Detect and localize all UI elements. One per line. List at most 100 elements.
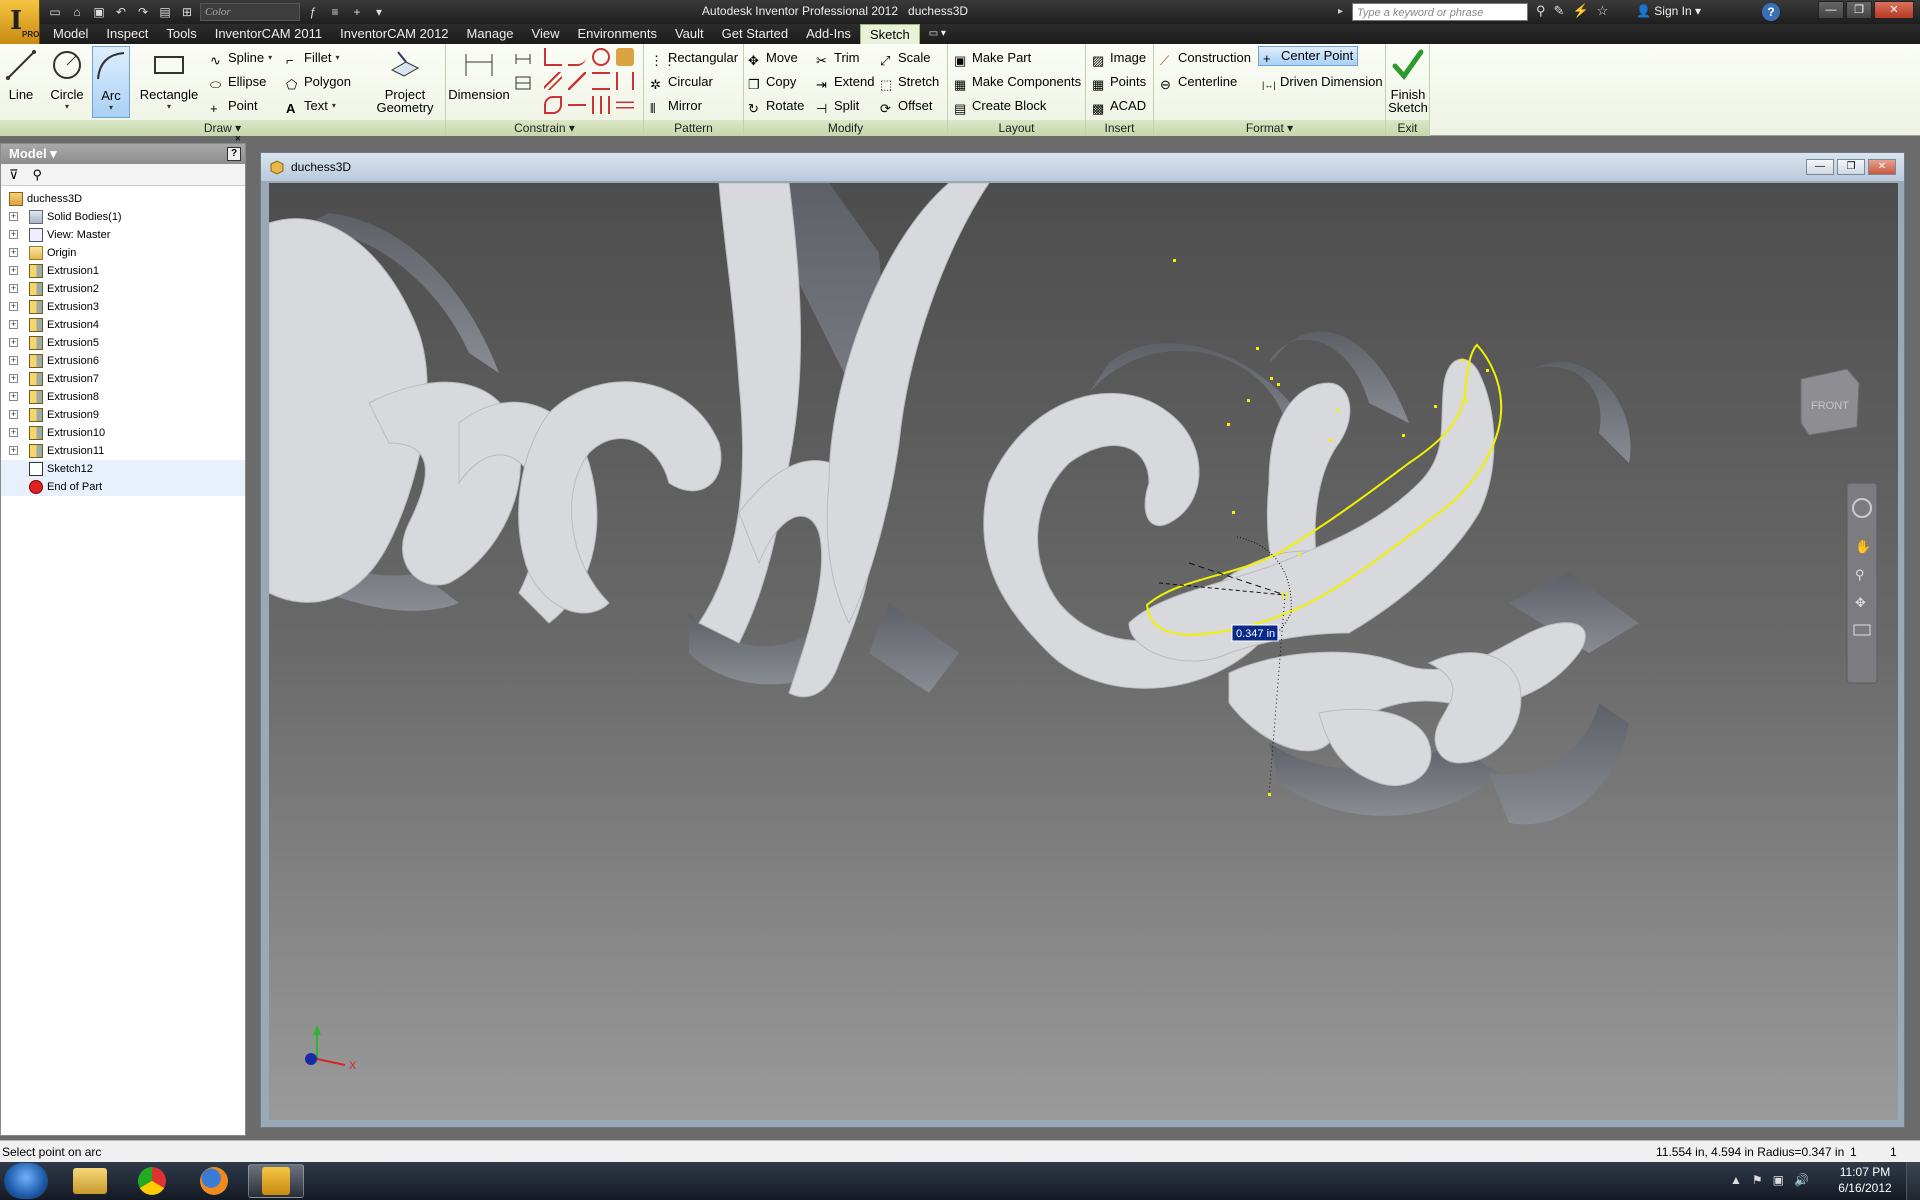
split-button[interactable]: ⊣ Split [816,96,859,116]
tree-node[interactable]: + Extrusion1 [1,262,245,280]
equal-constraint-icon[interactable] [616,96,634,114]
inventor-taskbar-icon[interactable] [248,1164,304,1198]
tab-inventorcam-2012[interactable]: InventorCAM 2012 [331,24,457,44]
help-icon[interactable]: ? [1762,3,1780,21]
rectangle-dropdown-icon[interactable]: ▾ [138,102,200,111]
tab-manage[interactable]: Manage [458,24,523,44]
collinear-constraint-icon[interactable] [568,96,586,114]
tree-node[interactable]: + Extrusion10 [1,424,245,442]
tree-node[interactable]: + Extrusion9 [1,406,245,424]
horizontal-constraint-icon[interactable] [592,72,610,90]
expand-plus-icon[interactable]: + [9,248,18,257]
acad-button[interactable]: ▩ ACAD [1092,96,1146,116]
ribbon-options-icon[interactable]: ▭ ▾ [920,24,955,44]
expand-plus-icon[interactable]: + [9,266,18,275]
draw-panel-title[interactable]: Draw ▾ [0,120,445,136]
show-hidden-icons-icon[interactable]: ▲ [1730,1173,1742,1187]
volume-icon[interactable]: 🔊 [1794,1173,1809,1187]
browser-help-icon[interactable]: ? [227,147,241,161]
expand-plus-icon[interactable]: + [9,302,18,311]
tree-node[interactable]: + Origin [1,244,245,262]
chrome-taskbar-icon[interactable] [124,1164,180,1198]
finish-sketch-button[interactable]: Finish Sketch [1388,46,1428,118]
parallel-constraint-icon[interactable] [544,72,562,90]
tree-node[interactable]: End of Part [1,478,245,496]
project-geometry-button[interactable]: Project Geometry [372,46,438,118]
expand-plus-icon[interactable]: + [9,428,18,437]
show-desktop-button[interactable] [1906,1162,1920,1200]
tree-node[interactable]: + Extrusion2 [1,280,245,298]
vertical-constraint-icon[interactable] [616,72,634,90]
tab-sketch[interactable]: Sketch [859,24,920,44]
zoom-icon[interactable]: ⚲ [1855,567,1865,582]
image-button[interactable]: ▨ Image [1092,48,1146,68]
filter-icon[interactable]: ⊽ [9,167,19,183]
tree-node[interactable]: + Extrusion6 [1,352,245,370]
tree-node[interactable]: + View: Master [1,226,245,244]
tab-tools[interactable]: Tools [157,24,205,44]
circular-pattern-button[interactable]: ✲ Circular [650,72,713,92]
extend-button[interactable]: ⇥ Extend [816,72,874,92]
polygon-button[interactable]: ⬠ Polygon [286,72,351,92]
browser-header[interactable]: Model ▾ ? [1,144,245,164]
viewcube[interactable]: FRONT [1800,368,1860,436]
text-dropdown-icon[interactable]: ▾ [332,96,336,116]
centerline-button[interactable]: ⊖ Centerline [1160,72,1237,92]
move-button[interactable]: ✥ Move [748,48,798,68]
tab-inspect[interactable]: Inspect [97,24,157,44]
arc-dropdown-icon[interactable]: ▾ [93,103,129,112]
search-input[interactable]: Type a keyword or phrase [1352,3,1528,21]
tree-node[interactable]: + Extrusion7 [1,370,245,388]
find-binoculars-icon[interactable]: ⚲ [33,167,43,183]
center-point-button[interactable]: + Center Point [1258,46,1359,66]
coincident-constraint-icon[interactable] [568,72,586,90]
tab-inventorcam-2011[interactable]: InventorCAM 2011 [206,24,331,44]
dimension-button[interactable]: Dimension [448,46,510,118]
expand-plus-icon[interactable]: + [9,230,18,239]
tree-node[interactable]: + Extrusion11 [1,442,245,460]
doc-restore-button[interactable]: ❐ [1837,159,1865,175]
construction-button[interactable]: ⟋ Construction [1160,48,1251,68]
doc-minimize-button[interactable]: — [1806,159,1834,175]
search-expand-icon[interactable]: ▸ [1338,3,1350,21]
expand-plus-icon[interactable]: + [9,374,18,383]
favorites-icon[interactable]: ☆ [1597,3,1609,19]
rectangle-button[interactable]: Rectangle ▾ [138,46,200,118]
orbit-icon[interactable]: ✥ [1855,595,1866,610]
expand-plus-icon[interactable]: + [9,392,18,401]
spline-button[interactable]: ∿ Spline ▾ [210,48,272,68]
driven-dimension-button[interactable]: |↔| Driven Dimension [1262,72,1383,92]
copy-button[interactable]: ❐ Copy [748,72,796,92]
tree-node[interactable]: + Extrusion3 [1,298,245,316]
expand-plus-icon[interactable]: + [9,446,18,455]
application-menu-button[interactable]: I PRO [0,0,40,44]
graphics-viewport[interactable]: 0.347 in FRONT ✋ ⚲ ✥ X [269,183,1898,1120]
tab-add-ins[interactable]: Add-Ins [797,24,860,44]
symmetric-constraint-icon[interactable] [592,96,610,114]
offset-button[interactable]: ⟳ Offset [880,96,932,116]
expand-plus-icon[interactable]: + [9,320,18,329]
expand-plus-icon[interactable]: + [9,410,18,419]
tree-node[interactable]: duchess3D [1,190,245,208]
point-button[interactable]: + Point [210,96,258,116]
tab-vault[interactable]: Vault [666,24,713,44]
network-icon[interactable]: ▣ [1773,1173,1784,1187]
trim-button[interactable]: ✂ Trim [816,48,860,68]
make-components-button[interactable]: ▦ Make Components [954,72,1081,92]
perpendicular-constraint-icon[interactable] [544,48,562,66]
rectangular-pattern-button[interactable]: ⋮⋮ Rectangular [650,48,738,68]
doc-close-button[interactable]: ✕ [1868,159,1896,175]
smooth-constraint-icon[interactable] [544,96,562,114]
make-part-button[interactable]: ▣ Make Part [954,48,1031,68]
restore-button[interactable]: ❐ [1846,1,1872,19]
expand-plus-icon[interactable]: + [9,284,18,293]
model-3d-view[interactable]: 0.347 in FRONT ✋ ⚲ ✥ X [269,183,1898,1120]
tools-icon[interactable]: ✎ [1554,3,1565,19]
constrain-panel-title[interactable]: Constrain ▾ [446,120,643,136]
stretch-button[interactable]: ⬚ Stretch [880,72,939,92]
explorer-taskbar-icon[interactable] [62,1164,118,1198]
rotate-button[interactable]: ↻ Rotate [748,96,804,116]
spline-dropdown-icon[interactable]: ▾ [268,48,272,68]
expand-plus-icon[interactable]: + [9,338,18,347]
close-button[interactable]: ✕ [1874,1,1914,19]
